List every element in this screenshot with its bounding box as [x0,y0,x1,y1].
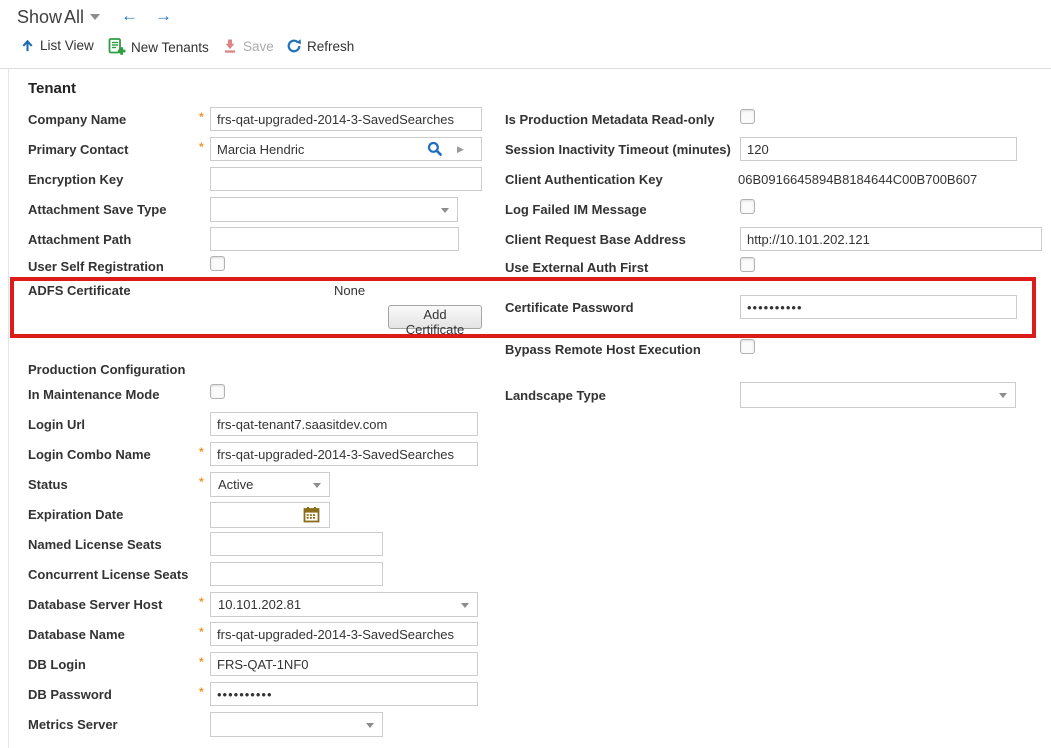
forward-arrow-icon[interactable]: → [155,6,172,26]
named-license-seats-label: Named License Seats [28,537,162,552]
save-label: Save [243,39,274,54]
encryption-key-input[interactable] [210,167,482,191]
required-asterisk: * [199,110,204,124]
db-login-input[interactable] [210,652,478,676]
list-view-button[interactable]: List View [20,38,94,58]
client-request-base-address-input[interactable] [740,227,1042,251]
required-asterisk: * [199,140,204,154]
show-filter-value: All [64,7,84,27]
production-configuration-section-label: Production Configuration [28,362,185,377]
status-dropdown[interactable]: Active [210,472,330,497]
user-self-registration-checkbox[interactable] [210,256,225,271]
refresh-button[interactable]: Refresh [286,38,354,58]
back-arrow-icon[interactable]: ← [121,6,138,26]
is-production-metadata-read-only-label: Is Production Metadata Read-only [505,112,714,127]
login-url-label: Login Url [28,417,85,432]
up-arrow-icon [20,38,35,53]
company-name-label: Company Name [28,112,126,127]
concurrent-license-seats-input[interactable] [210,562,383,586]
is-production-metadata-read-only-checkbox[interactable] [740,109,755,124]
user-self-registration-label: User Self Registration [28,259,164,274]
list-view-label: List View [40,38,94,53]
bypass-remote-host-execution-checkbox[interactable] [740,339,755,354]
new-tenants-button[interactable]: New Tenants [108,38,209,58]
required-asterisk: * [199,595,204,609]
db-password-label: DB Password [28,687,112,702]
client-request-base-address-label: Client Request Base Address [505,232,686,247]
db-login-label: DB Login [28,657,86,672]
refresh-icon [286,38,302,54]
save-icon [222,38,238,54]
log-failed-im-message-label: Log Failed IM Message [505,202,647,217]
session-inactivity-timeout-label: Session Inactivity Timeout (minutes) [505,142,731,157]
attachment-path-label: Attachment Path [28,232,131,247]
session-inactivity-timeout-input[interactable] [740,137,1017,161]
required-asterisk: * [199,445,204,459]
new-document-icon [108,38,126,55]
expiration-date-label: Expiration Date [28,507,123,522]
chevron-down-icon [461,603,469,608]
metrics-server-label: Metrics Server [28,717,118,732]
in-maintenance-mode-label: In Maintenance Mode [28,387,159,402]
attachment-path-input[interactable] [210,227,459,251]
attachment-save-type-dropdown[interactable] [210,197,458,222]
in-maintenance-mode-checkbox[interactable] [210,384,225,399]
login-combo-name-input[interactable] [210,442,478,466]
client-authentication-key-value: 06B0916645894B8184644C00B700B607 [738,172,977,187]
required-asterisk: * [199,625,204,639]
search-icon[interactable] [427,141,443,157]
certificate-password-label: Certificate Password [505,300,634,315]
attachment-save-type-label: Attachment Save Type [28,202,166,217]
required-asterisk: * [199,475,204,489]
refresh-label: Refresh [307,39,354,54]
panel-left-border [8,69,9,748]
new-tenants-label: New Tenants [131,40,209,55]
add-certificate-button[interactable]: Add Certificate [388,305,482,329]
save-button[interactable]: Save [222,38,274,58]
expand-right-icon[interactable]: ▶ [457,144,464,155]
certificate-password-input[interactable] [740,295,1017,319]
bypass-remote-host-execution-label: Bypass Remote Host Execution [505,342,701,357]
adfs-certificate-label: ADFS Certificate [28,283,131,298]
login-combo-name-label: Login Combo Name [28,447,151,462]
chevron-down-icon [366,723,374,728]
landscape-type-label: Landscape Type [505,388,606,403]
encryption-key-label: Encryption Key [28,172,123,187]
metrics-server-dropdown[interactable] [210,712,383,737]
adfs-certificate-value: None [334,283,365,298]
database-name-label: Database Name [28,627,125,642]
database-server-host-label: Database Server Host [28,597,162,612]
page-title: Tenant [28,80,76,97]
named-license-seats-input[interactable] [210,532,383,556]
required-asterisk: * [199,655,204,669]
chevron-down-icon [999,393,1007,398]
database-name-input[interactable] [210,622,478,646]
database-server-host-dropdown[interactable]: 10.101.202.81 [210,592,478,617]
concurrent-license-seats-label: Concurrent License Seats [28,567,188,582]
chevron-down-icon [90,14,100,20]
toolbar-divider [0,68,1051,69]
landscape-type-dropdown[interactable] [740,382,1016,408]
status-label: Status [28,477,68,492]
company-name-input[interactable] [210,107,482,131]
primary-contact-label: Primary Contact [28,142,128,157]
required-asterisk: * [199,685,204,699]
db-password-input[interactable] [210,682,478,706]
client-authentication-key-label: Client Authentication Key [505,172,663,187]
calendar-icon[interactable] [303,506,320,523]
tenant-admin-screen: Show All ← → List View New Tenants Save … [0,0,1051,748]
use-external-auth-first-checkbox[interactable] [740,257,755,272]
show-filter-dropdown[interactable]: All [64,7,100,28]
use-external-auth-first-label: Use External Auth First [505,260,648,275]
chevron-down-icon [441,208,449,213]
show-label: Show [17,7,62,28]
log-failed-im-message-checkbox[interactable] [740,199,755,214]
login-url-input[interactable] [210,412,478,436]
chevron-down-icon [313,483,321,488]
